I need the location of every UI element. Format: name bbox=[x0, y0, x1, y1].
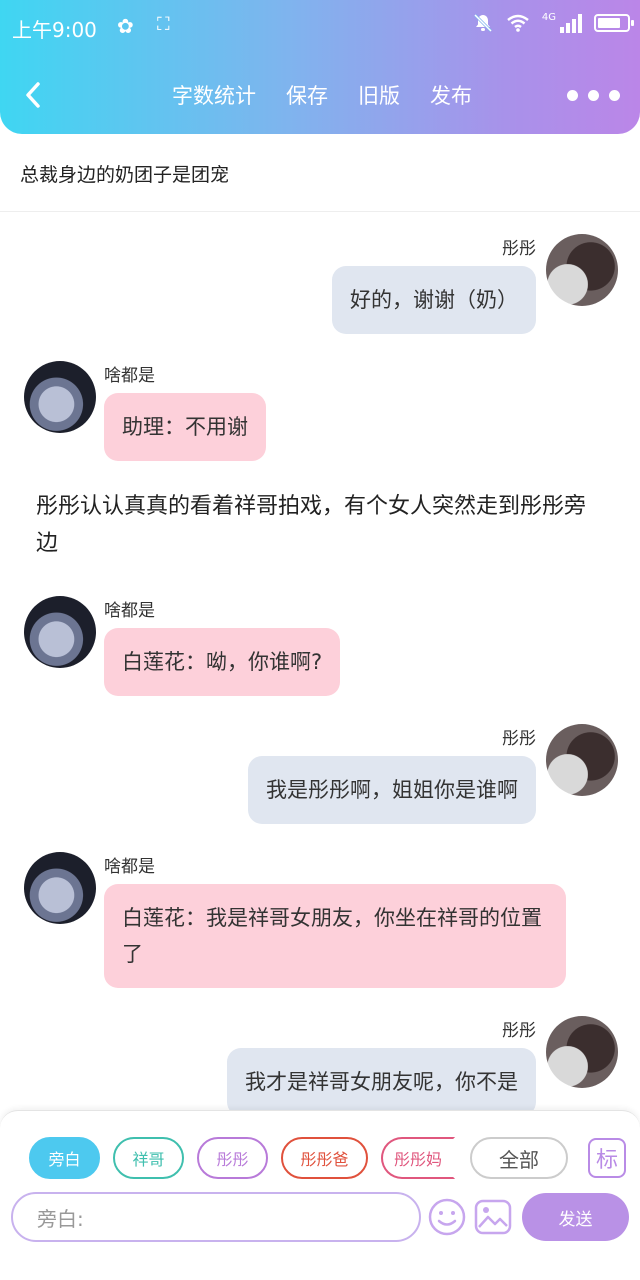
avatar-shaduoshi[interactable] bbox=[24, 361, 96, 433]
battery-icon bbox=[594, 14, 634, 32]
message-bubble[interactable]: 我是彤彤啊，姐姐你是谁啊 bbox=[248, 756, 536, 824]
speaker-name: 啥都是 bbox=[104, 601, 155, 621]
avatar-tongtong[interactable] bbox=[546, 1016, 618, 1088]
mute-bell-icon bbox=[473, 13, 492, 33]
avatar-shaduoshi[interactable] bbox=[24, 596, 96, 668]
toolbar: 字数统计 保存 旧版 发布 bbox=[0, 72, 640, 120]
flower-icon: ✿ bbox=[117, 14, 134, 38]
role-chip-xiangge[interactable]: 祥哥 bbox=[113, 1137, 184, 1179]
image-icon[interactable] bbox=[473, 1197, 513, 1237]
speaker-name: 啥都是 bbox=[104, 366, 155, 386]
role-chip-tongtong-mom[interactable]: 彤彤妈 bbox=[381, 1137, 455, 1179]
document-title[interactable]: 总裁身边的奶团子是团宠 bbox=[20, 160, 229, 187]
role-chip-tongtong[interactable]: 彤彤 bbox=[197, 1137, 268, 1179]
all-roles-button[interactable]: 全部 bbox=[470, 1137, 568, 1179]
toolbar-actions: 字数统计 保存 旧版 发布 bbox=[172, 80, 472, 110]
avatar-tongtong[interactable] bbox=[546, 724, 618, 796]
signal-icon bbox=[560, 13, 582, 33]
speaker-name: 啥都是 bbox=[104, 857, 155, 877]
role-chip-tongtong-dad[interactable]: 彤彤爸 bbox=[281, 1137, 368, 1179]
message-bubble[interactable]: 好的，谢谢（奶） bbox=[332, 266, 536, 334]
message-bubble[interactable]: 助理：不用谢 bbox=[104, 393, 266, 461]
avatar-shaduoshi[interactable] bbox=[24, 852, 96, 924]
network-type: 4G bbox=[541, 12, 556, 23]
speaker-name: 彤彤 bbox=[502, 1021, 536, 1041]
status-bar: 上午9:00 ✿ ⛶ 4G bbox=[0, 0, 640, 56]
message-bubble[interactable]: 白莲花：我是祥哥女朋友，你坐在祥哥的位置了 bbox=[104, 884, 566, 988]
role-chip-narrator[interactable]: 旁白 bbox=[29, 1137, 100, 1179]
message-bubble[interactable]: 白莲花：呦，你谁啊? bbox=[104, 628, 341, 696]
scan-icon: ⛶ bbox=[157, 14, 170, 35]
publish-button[interactable]: 发布 bbox=[430, 80, 472, 110]
avatar-tongtong[interactable] bbox=[546, 234, 618, 306]
back-arrow-icon[interactable] bbox=[20, 74, 50, 114]
title-divider bbox=[0, 211, 640, 212]
status-icons: 4G bbox=[472, 12, 634, 34]
emoji-icon[interactable] bbox=[427, 1197, 467, 1237]
message-bubble[interactable]: 我才是祥哥女朋友呢，你不是 bbox=[227, 1048, 536, 1116]
word-count-button[interactable]: 字数统计 bbox=[172, 80, 256, 110]
send-button[interactable]: 发送 bbox=[522, 1193, 629, 1241]
narration-text[interactable]: 彤彤认认真真的看着祥哥拍戏，有个女人突然走到彤彤旁边 bbox=[36, 488, 606, 562]
mark-button[interactable]: 标 bbox=[588, 1138, 626, 1178]
speaker-name: 彤彤 bbox=[502, 729, 536, 749]
save-button[interactable]: 保存 bbox=[286, 80, 328, 110]
header-bar: 上午9:00 ✿ ⛶ 4G 字数统计 保存 旧版 发布 bbox=[0, 0, 640, 134]
old-version-button[interactable]: 旧版 bbox=[358, 80, 400, 110]
more-options-icon[interactable] bbox=[567, 90, 620, 101]
message-input[interactable]: 旁白: bbox=[11, 1192, 421, 1242]
speaker-name: 彤彤 bbox=[502, 239, 536, 259]
status-time: 上午9:00 bbox=[12, 18, 97, 42]
wifi-icon bbox=[507, 14, 529, 32]
